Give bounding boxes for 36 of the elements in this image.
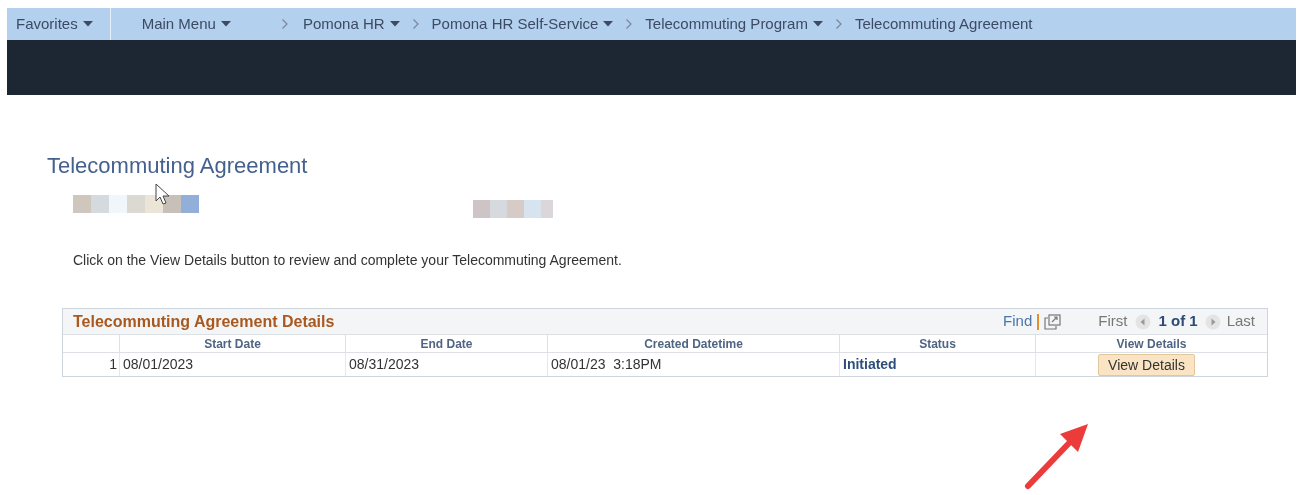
find-link[interactable]: Find	[1003, 310, 1033, 333]
chevron-right-icon	[834, 18, 843, 30]
page-counter: 1 of 1	[1158, 311, 1198, 332]
table-cell-text: 08/01/2023	[123, 355, 194, 374]
page-title: Telecommuting Agreement	[47, 152, 308, 180]
column-header: Start Date	[204, 336, 261, 353]
caret-down-icon	[82, 21, 93, 27]
status-text: Initiated	[843, 355, 897, 374]
column-header: Status	[919, 336, 956, 353]
breadcrumb-item[interactable]: Favorites	[16, 12, 93, 36]
breadcrumb-item[interactable]: Telecommuting Program	[645, 12, 823, 36]
view-details-button[interactable]: View Details	[1098, 353, 1195, 376]
breadcrumb-item[interactable]: Telecommuting Agreement	[854, 12, 1033, 36]
first-label: First	[1098, 311, 1128, 332]
instruction-text: Click on the View Details button to review and complete your Telecommuting Agreement.	[72, 251, 622, 270]
chevron-right-icon	[280, 18, 289, 30]
column-header: Created Datetime	[644, 336, 743, 353]
previous-icon[interactable]	[1135, 313, 1152, 330]
chevron-right-icon	[411, 18, 420, 30]
row-number: 1	[109, 355, 117, 374]
grid-title: Telecommuting Agreement Details	[73, 311, 335, 332]
column-header: View Details	[1116, 336, 1187, 353]
breadcrumb-item[interactable]: Pomona HR Self-Service	[431, 12, 614, 36]
breadcrumb-item[interactable]: Pomona HR	[302, 12, 400, 36]
caret-down-icon	[603, 21, 614, 27]
column-header: End Date	[420, 336, 473, 353]
last-label: Last	[1226, 311, 1255, 332]
breadcrumb-item[interactable]: Main Menu	[141, 12, 231, 36]
caret-down-icon	[389, 21, 400, 27]
expand-grid-icon[interactable]	[1044, 313, 1062, 330]
caret-down-icon	[812, 21, 823, 27]
table-cell-text: 08/01/23 3:18PM	[551, 355, 662, 374]
chevron-right-icon	[625, 18, 634, 30]
next-icon[interactable]	[1204, 313, 1221, 330]
caret-down-icon	[220, 21, 231, 27]
table-cell-text: 08/31/2023	[349, 355, 420, 374]
